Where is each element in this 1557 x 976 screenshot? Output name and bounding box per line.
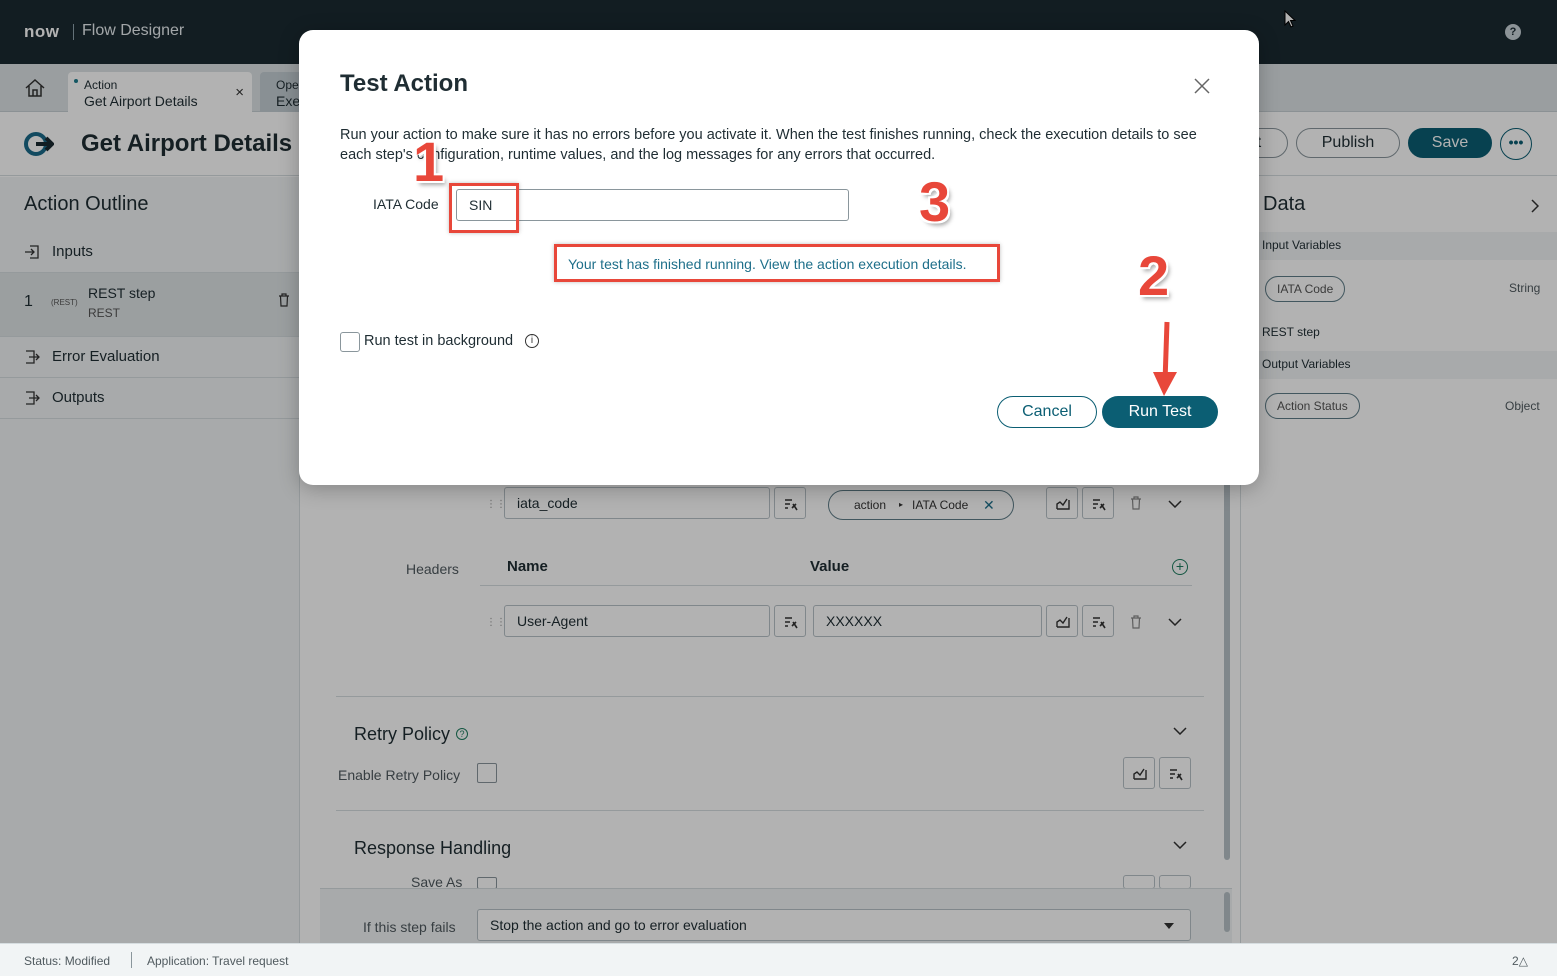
execution-details-link[interactable]: Your test has finished running. View the… [568,256,966,272]
status-application: Application: Travel request [147,954,289,968]
notification-number: 2 [1512,954,1519,968]
cancel-button[interactable]: Cancel [997,396,1097,428]
iata-code-label: IATA Code [373,196,439,212]
close-icon[interactable] [1193,77,1211,95]
annotation-arrow-icon [1153,321,1177,396]
annotation-number-1: 1 [413,130,445,193]
run-in-background-checkbox[interactable] [340,332,360,352]
status-bar: Status: Modified Application: Travel req… [0,943,1557,976]
bell-icon: △ [1518,954,1528,968]
modal-description: Run your action to make sure it has no e… [340,127,1197,163]
annotation-number-2: 2 [1138,244,1170,307]
info-icon[interactable]: i [525,334,539,348]
annotation-number-3: 3 [919,170,951,233]
status-divider [131,952,132,968]
run-in-background-label: Run test in background [364,333,514,349]
notification-count[interactable]: 2△ [1512,954,1528,968]
run-test-button[interactable]: Run Test [1102,396,1218,428]
modal-title: Test Action [340,70,469,97]
status-modified: Status: Modified [24,954,111,968]
annotation-box-iata [449,183,519,233]
test-action-modal: Test Action Run your action to make sure… [299,30,1259,485]
